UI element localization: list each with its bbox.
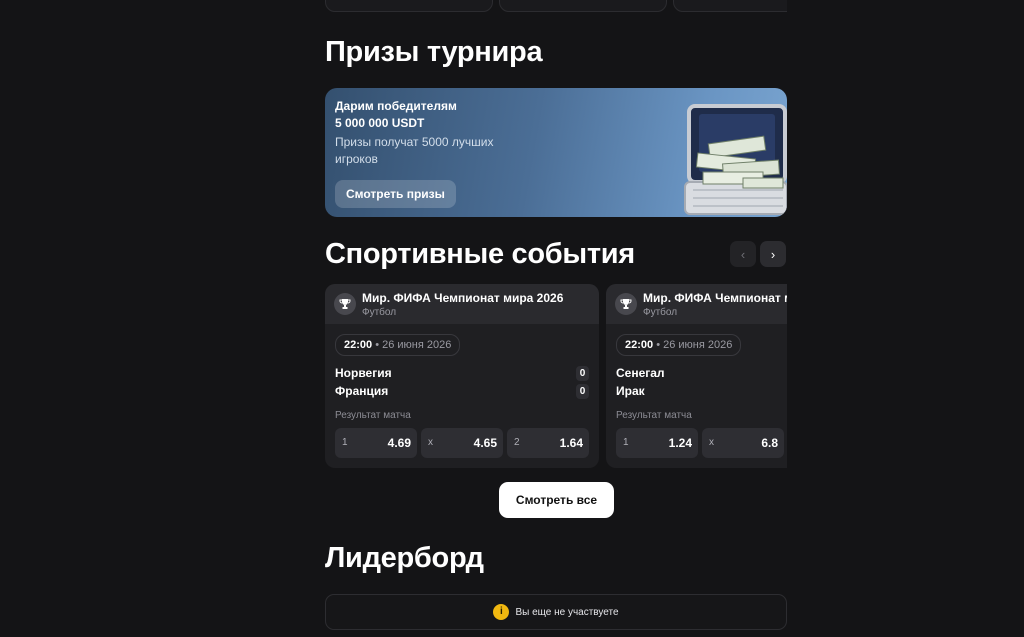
- team-home: Норвегия: [335, 366, 392, 380]
- odd-outcome: x: [709, 437, 714, 448]
- see-all-button[interactable]: Смотреть все: [499, 482, 614, 518]
- top-tab[interactable]: [673, 0, 787, 12]
- odd-value: 1.24: [668, 436, 692, 450]
- odd-button[interactable]: 1 1.24: [616, 428, 698, 458]
- odd-button[interactable]: 1 4.69: [335, 428, 417, 458]
- prize-amount: 5 000 000 USDT: [335, 116, 425, 130]
- score-home: 0: [576, 366, 589, 381]
- carousel-prev-button[interactable]: ‹: [730, 241, 756, 267]
- leaderboard-heading: Лидерборд: [325, 542, 484, 574]
- participation-notice: i Вы еще не участвуете: [325, 594, 787, 630]
- money-briefcase-icon: [684, 104, 787, 215]
- league-name: Мир. ФИФА Чемпионат мира 2026: [362, 291, 564, 305]
- market-label: Результат матча: [616, 410, 692, 421]
- odd-outcome: x: [428, 437, 433, 448]
- odd-button[interactable]: x 6.8: [702, 428, 784, 458]
- view-prizes-button[interactable]: Смотреть призы: [335, 180, 456, 208]
- score-away: 0: [576, 384, 589, 399]
- trophy-icon: [334, 293, 356, 315]
- match-time-value: 22:00: [625, 339, 654, 351]
- event-card-header: Мир. ФИФА Чемпионат мира 2026 Футбол: [606, 284, 787, 324]
- match-time-value: 22:00: [344, 339, 373, 351]
- team-away: Ирак: [616, 384, 645, 398]
- events-carousel: Мир. ФИФА Чемпионат мира 2026 Футбол 22:…: [325, 284, 787, 470]
- odd-outcome: 2: [514, 437, 520, 448]
- odd-outcome: 1: [342, 437, 348, 448]
- prize-banner-title: Дарим победителям 5 000 000 USDT: [335, 98, 457, 132]
- events-heading: Спортивные события: [325, 238, 635, 270]
- odd-value: 1.64: [559, 436, 583, 450]
- chevron-left-icon: ‹: [740, 246, 746, 262]
- prizes-heading: Призы турнира: [325, 36, 543, 68]
- chevron-right-icon: ›: [770, 246, 776, 262]
- prize-banner-title-line1: Дарим победителям: [335, 99, 457, 113]
- match-time: 22:00 • 26 июня 2026: [335, 334, 461, 356]
- odd-button[interactable]: 2 1.64: [507, 428, 589, 458]
- sport-name: Футбол: [643, 307, 678, 318]
- top-tab[interactable]: [499, 0, 667, 12]
- prize-banner[interactable]: Дарим победителям 5 000 000 USDT Призы п…: [325, 88, 787, 217]
- odd-value: 4.69: [387, 436, 411, 450]
- trophy-icon: [615, 293, 637, 315]
- sport-name: Футбол: [362, 307, 397, 318]
- league-name: Мир. ФИФА Чемпионат мира 2026: [643, 291, 787, 305]
- odd-value: 4.65: [473, 436, 497, 450]
- top-tab[interactable]: [325, 0, 493, 12]
- match-date: 26 июня 2026: [663, 339, 733, 351]
- prize-banner-description: Призы получат 5000 лучших игроков: [335, 135, 494, 166]
- match-time: 22:00 • 26 июня 2026: [616, 334, 742, 356]
- info-icon: i: [493, 604, 510, 620]
- team-away: Франция: [335, 384, 389, 398]
- top-tabs-row: [325, 0, 787, 12]
- odd-outcome: 1: [623, 437, 629, 448]
- participation-notice-text: Вы еще не участвуете: [515, 606, 619, 618]
- match-date: 26 июня 2026: [382, 339, 452, 351]
- odd-button[interactable]: x 4.65: [421, 428, 503, 458]
- event-card-header: Мир. ФИФА Чемпионат мира 2026 Футбол: [325, 284, 599, 324]
- event-card[interactable]: Мир. ФИФА Чемпионат мира 2026 Футбол 22:…: [325, 284, 599, 468]
- event-card[interactable]: Мир. ФИФА Чемпионат мира 2026 Футбол 22:…: [606, 284, 787, 468]
- team-home: Сенегал: [616, 366, 665, 380]
- carousel-next-button[interactable]: ›: [760, 241, 786, 267]
- odd-value: 6.8: [761, 436, 778, 450]
- market-label: Результат матча: [335, 410, 411, 421]
